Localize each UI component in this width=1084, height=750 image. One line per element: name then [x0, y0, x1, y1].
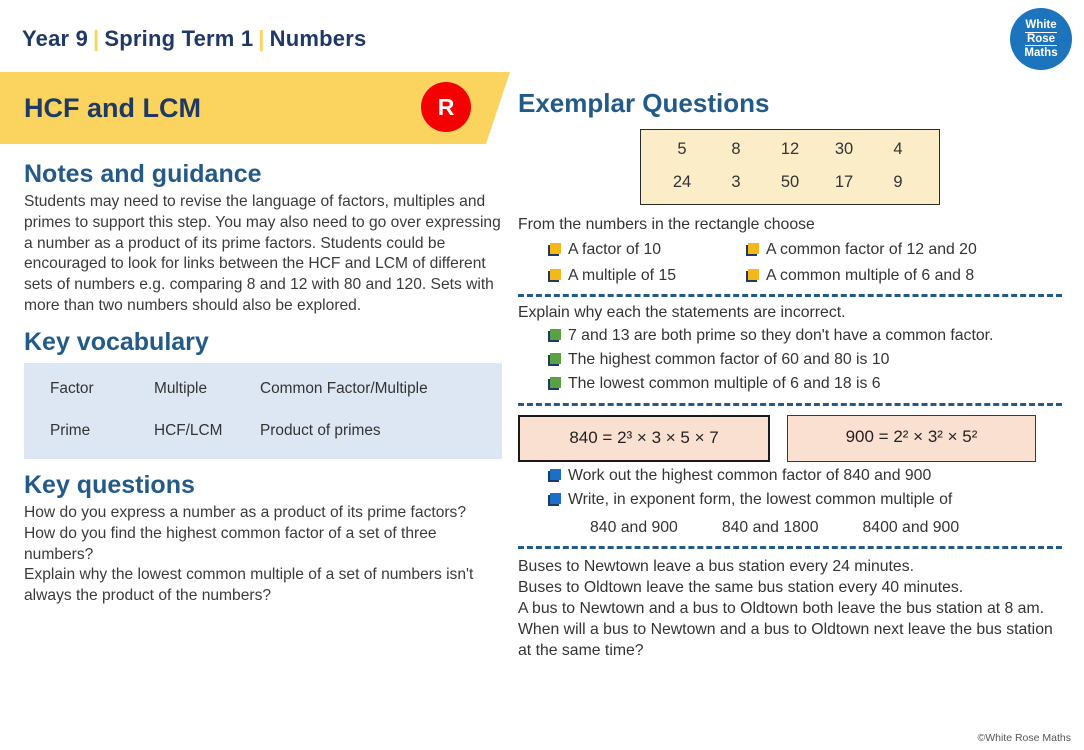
list-item-label: The highest common factor of 60 and 80 i…	[568, 351, 890, 369]
section-divider-3	[518, 546, 1062, 550]
equals-sign: =	[878, 427, 894, 447]
number-cell: 9	[893, 173, 903, 191]
list-item: The lowest common multiple of 6 and 18 i…	[548, 375, 1062, 394]
list-item: The highest common factor of 60 and 80 i…	[548, 351, 1062, 370]
list-item-label: 7 and 13 are both prime so they don't ha…	[568, 327, 994, 345]
copyright-footer: ©White Rose Maths	[977, 732, 1071, 744]
option-value: 840 and 1800	[721, 519, 819, 537]
number-cell: 30	[834, 140, 854, 158]
logo-line-2: Rose	[1024, 31, 1058, 47]
list-item-label: A multiple of 15	[568, 266, 677, 284]
list-item: A factor of 10	[518, 241, 746, 260]
number-cell: 12	[780, 140, 800, 158]
number-cell: 50	[780, 173, 800, 191]
equation-factors: 2² × 3² × 5²	[893, 427, 978, 447]
number-cell: 8	[731, 140, 741, 158]
number-cell: 24	[672, 173, 692, 191]
number-cell: 3	[731, 173, 741, 191]
green-square-bullet-icon	[548, 353, 561, 367]
list-item-label: A common factor of 12 and 20	[766, 241, 977, 258]
yellow-square-bullet-icon	[746, 268, 759, 282]
logo-line-1: White	[1025, 19, 1057, 32]
number-cell: 4	[893, 140, 903, 158]
task1-row: A multiple of 15 A common multiple of 6 …	[518, 267, 1062, 286]
number-row: 24 3 50 17 9	[655, 173, 925, 192]
vocabulary-heading: Key vocabulary	[24, 327, 209, 356]
logo-line-3: Maths	[1024, 46, 1058, 59]
vocab-term: Product of primes	[260, 421, 381, 439]
right-column: Exemplar Questions 5 8 12 30 4 24 3 50 1…	[518, 88, 1062, 661]
breadcrumb: Year 9 | Spring Term 1 | Numbers	[22, 26, 366, 52]
key-questions-body: How do you express a number as a product…	[24, 503, 474, 605]
breadcrumb-term: Spring Term 1	[104, 26, 254, 51]
blue-square-bullet-icon	[548, 493, 561, 507]
section-divider-2	[518, 403, 1062, 407]
list-item-label: Write, in exponent form, the lowest comm…	[568, 491, 953, 509]
list-item-label: A common multiple of 6 and 8	[766, 266, 975, 284]
task1-row: A factor of 10 A common factor of 12 and…	[518, 241, 1062, 260]
white-rose-maths-logo: White Rose Maths	[1010, 8, 1072, 70]
list-item-label: A factor of 10	[568, 241, 662, 258]
breadcrumb-year: Year 9	[22, 26, 89, 51]
vocab-term: Prime	[50, 421, 91, 439]
vocab-term: Common Factor/Multiple	[260, 379, 428, 397]
list-item: A common factor of 12 and 20	[746, 241, 1062, 260]
worksheet-page: Year 9 | Spring Term 1 | Numbers White Rose …	[0, 0, 1084, 750]
option-value: 840 and 900	[590, 519, 678, 537]
green-square-bullet-icon	[548, 377, 561, 391]
page-title: HCF and LCM	[24, 93, 201, 123]
equals-sign: =	[602, 428, 618, 448]
green-square-bullet-icon	[548, 329, 561, 343]
option-value: 8400 and 900	[862, 519, 960, 537]
task3-list: Work out the highest common factor of 84…	[518, 467, 1062, 510]
status-badge: R	[421, 82, 471, 132]
left-column: Notes and guidance Students may need to …	[24, 160, 502, 607]
vocabulary-box: Factor Multiple Common Factor/Multiple P…	[24, 362, 502, 459]
breadcrumb-separator-1: |	[93, 26, 100, 51]
list-item: Write, in exponent form, the lowest comm…	[548, 491, 1062, 510]
number-rectangle: 5 8 12 30 4 24 3 50 17 9	[640, 129, 940, 205]
list-item: A multiple of 15	[518, 267, 746, 286]
breadcrumb-topic: Numbers	[269, 26, 367, 51]
number-cell: 5	[677, 140, 687, 158]
equation-number: 900	[845, 427, 874, 447]
exemplar-heading: Exemplar Questions	[518, 88, 770, 118]
equation-boxes: 840 = 2³ × 3 × 5 × 7 900 = 2² × 3² × 5²	[518, 415, 1062, 463]
vocab-term: Multiple	[154, 379, 208, 397]
task1-list: A factor of 10 A common factor of 12 and…	[518, 241, 1062, 285]
equation-box-900: 900 = 2² × 3² × 5²	[787, 415, 1036, 463]
vocabulary-row: Prime HCF/LCM Product of primes	[50, 422, 476, 440]
equation-number: 840	[569, 428, 598, 448]
vocab-term: HCF/LCM	[154, 421, 223, 439]
equation-factors: 2³ × 3 × 5 × 7	[617, 428, 719, 448]
notes-heading: Notes and guidance	[24, 160, 262, 188]
vocab-term: Factor	[50, 379, 94, 397]
yellow-square-bullet-icon	[548, 268, 561, 282]
task1-lead: From the numbers in the rectangle choose	[518, 216, 815, 233]
notes-body: Students may need to revise the language…	[24, 193, 501, 315]
task3-options: 840 and 900 840 and 1800 8400 and 900	[518, 519, 1062, 537]
task4-body: Buses to Newtown leave a bus station eve…	[518, 558, 1053, 660]
list-item: 7 and 13 are both prime so they don't ha…	[548, 327, 1062, 346]
number-cell: 17	[834, 173, 854, 191]
equation-box-840: 840 = 2³ × 3 × 5 × 7	[518, 415, 770, 463]
task2-lead: Explain why each the statements are inco…	[518, 304, 846, 322]
number-row: 5 8 12 30 4	[655, 140, 925, 159]
section-divider-1	[518, 294, 1062, 298]
key-questions-heading: Key questions	[24, 470, 195, 499]
blue-square-bullet-icon	[548, 469, 561, 483]
breadcrumb-separator-2: |	[258, 26, 265, 51]
vocabulary-row: Factor Multiple Common Factor/Multiple	[50, 380, 476, 398]
yellow-square-bullet-icon	[746, 243, 759, 256]
list-item: A common multiple of 6 and 8	[746, 267, 1062, 286]
list-item: Work out the highest common factor of 84…	[548, 467, 1062, 486]
list-item-label: Work out the highest common factor of 84…	[568, 467, 932, 485]
yellow-square-bullet-icon	[548, 243, 561, 256]
task2-list: 7 and 13 are both prime so they don't ha…	[518, 327, 1062, 394]
list-item-label: The lowest common multiple of 6 and 18 i…	[568, 375, 881, 393]
